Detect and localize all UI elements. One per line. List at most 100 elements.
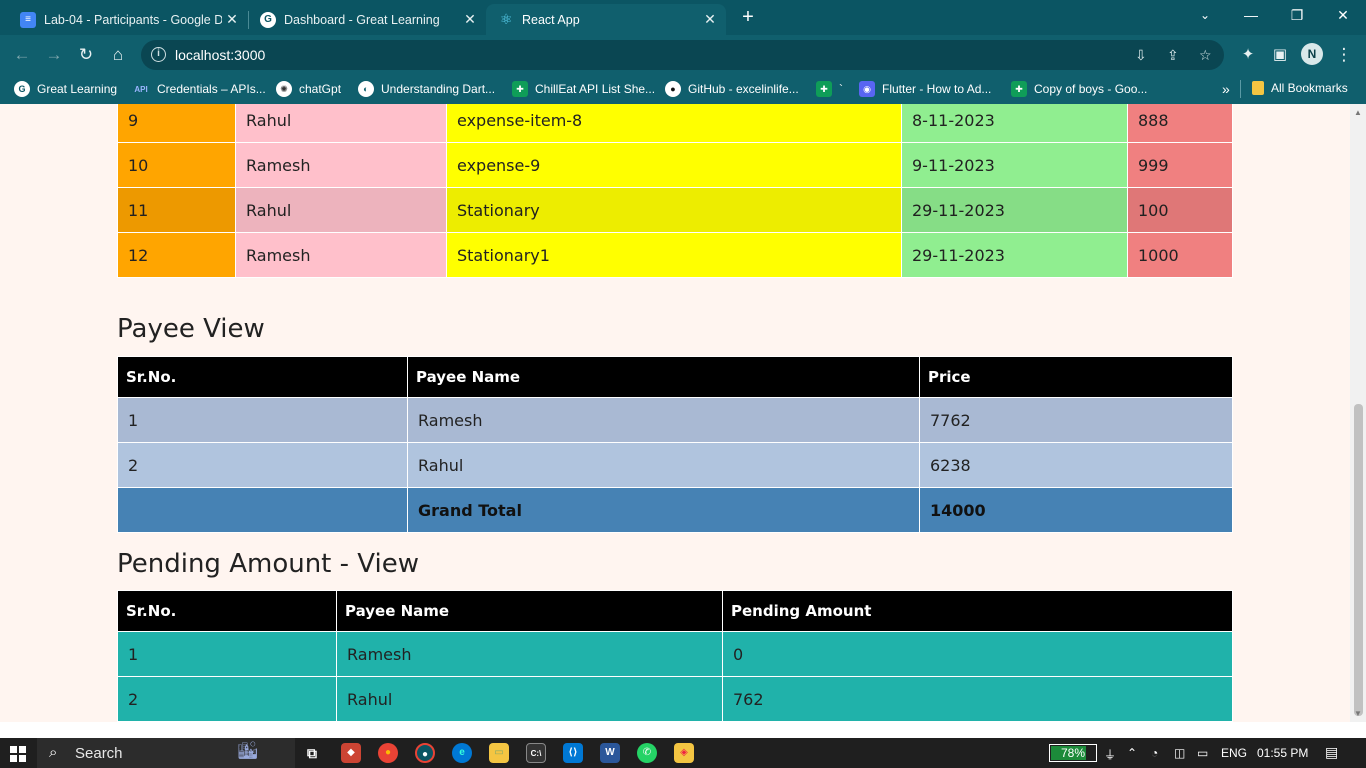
bookmark-label: Credentials – APIs... xyxy=(157,82,266,96)
expense-date: 9-11-2023 xyxy=(901,142,1128,188)
edge-icon[interactable]: e xyxy=(452,743,472,763)
bookmark-understanding-dart[interactable]: ◐ Understanding Dart... xyxy=(358,81,495,97)
expense-item: expense-item-8 xyxy=(446,104,902,143)
bookmark-great-learning[interactable]: G Great Learning xyxy=(14,81,117,97)
scroll-down-arrow-icon[interactable]: ▼ xyxy=(1354,709,1362,718)
globe-icon: ◐ xyxy=(358,81,374,97)
side-panel-icon[interactable]: ▣ xyxy=(1268,43,1292,67)
chrome-profile-icon[interactable]: ● xyxy=(415,743,435,763)
pending-name: Rahul xyxy=(336,676,723,722)
menu-icon[interactable]: ⋮ xyxy=(1332,43,1356,67)
sound-icon[interactable]: ◫ xyxy=(1174,746,1185,760)
grand-total-empty-cell xyxy=(117,487,408,533)
extensions-icon[interactable]: ✦ xyxy=(1236,43,1260,67)
page-scrollbar[interactable]: ▲ ▼ xyxy=(1350,104,1366,722)
scroll-up-arrow-icon[interactable]: ▲ xyxy=(1354,108,1362,117)
table-row: 12 Ramesh Stationary1 29-11-2023 1000 xyxy=(117,232,1233,278)
expense-price: 1000 xyxy=(1127,232,1233,278)
sheets-icon: ✚ xyxy=(1011,81,1027,97)
sheets-icon: ✚ xyxy=(512,81,528,97)
scrollbar-thumb[interactable] xyxy=(1354,404,1363,716)
expense-date: 8-11-2023 xyxy=(901,104,1128,143)
bookmark-flutter[interactable]: ◉ Flutter - How to Ad... xyxy=(859,81,991,97)
payee-view-heading: Payee View xyxy=(117,314,265,344)
tab-great-learning[interactable]: G Dashboard - Great Learning ✕ xyxy=(248,4,486,35)
pending-sr: 1 xyxy=(117,631,337,677)
install-icon[interactable]: ⇩ xyxy=(1135,47,1147,64)
expense-id: 10 xyxy=(117,142,236,188)
language-indicator[interactable]: ENG xyxy=(1221,746,1247,760)
file-explorer-icon[interactable]: ▭ xyxy=(489,743,509,763)
expense-id: 11 xyxy=(117,187,236,233)
great-learning-icon: G xyxy=(260,11,276,28)
back-arrow-icon[interactable]: ← xyxy=(10,43,34,67)
url-text[interactable]: localhost:3000 xyxy=(175,47,265,63)
chrome-icon[interactable]: ● xyxy=(378,743,398,763)
all-bookmarks[interactable]: All Bookmarks xyxy=(1252,81,1348,95)
power-icon[interactable]: ▭ xyxy=(1197,746,1208,760)
bookmark-copy-of-boys[interactable]: ✚ Copy of boys - Goo... xyxy=(1011,81,1147,97)
site-info-icon[interactable]: i xyxy=(151,47,166,62)
expense-id: 12 xyxy=(117,232,236,278)
vscode-icon[interactable]: ⟨⟩ xyxy=(563,743,583,763)
expense-id: 9 xyxy=(117,104,236,143)
tab-google-docs[interactable]: ≡ Lab-04 - Participants - Google D ✕ xyxy=(8,4,248,35)
great-learning-icon: G xyxy=(14,81,30,97)
bookmark-credentials[interactable]: API Credentials – APIs... xyxy=(132,81,266,97)
more-bookmarks-chevron-icon[interactable]: » xyxy=(1222,81,1230,97)
star-icon[interactable]: ☆ xyxy=(1199,47,1212,64)
windows-start-icon[interactable] xyxy=(10,746,26,762)
charging-plug-icon: ⏚ xyxy=(1104,748,1117,762)
tray-chevron-icon[interactable]: ⌃ xyxy=(1127,746,1137,760)
table-row: 10 Ramesh expense-9 9-11-2023 999 xyxy=(117,142,1233,188)
clock[interactable]: 01:55 PM xyxy=(1257,746,1308,760)
close-icon[interactable]: ✕ xyxy=(460,11,480,28)
table-header-row: Sr.No. Payee Name Price xyxy=(117,356,1233,398)
minimize-button[interactable]: — xyxy=(1228,0,1274,32)
tab-title: Lab-04 - Participants - Google D xyxy=(44,12,222,27)
battery-indicator[interactable]: 78% xyxy=(1049,744,1097,762)
pending-amount: 762 xyxy=(722,676,1233,722)
browser-toolbar: ← → ↻ ⌂ i localhost:3000 ⇩ ⇪ ☆ ✦ ▣ N ⋮ xyxy=(0,35,1366,75)
bookmark-backtick[interactable]: ✚ ` xyxy=(816,81,843,97)
git-icon[interactable]: ◈ xyxy=(674,743,694,763)
bookmark-label: Understanding Dart... xyxy=(381,82,496,96)
reload-icon[interactable]: ↻ xyxy=(74,43,98,67)
payee-view-table: Sr.No. Payee Name Price 1 Ramesh 7762 2 … xyxy=(117,356,1233,533)
forward-arrow-icon[interactable]: → xyxy=(42,43,66,67)
game-app-icon[interactable]: ◆ xyxy=(341,743,361,763)
close-icon[interactable]: ✕ xyxy=(222,11,242,28)
tab-react-app[interactable]: ⚛ React App ✕ xyxy=(486,4,726,35)
bookmarks-bar: G Great Learning API Credentials – APIs.… xyxy=(0,75,1366,104)
windows-taskbar: ⌕ Search 🏙 ⧉ ◆ ● ● e ▭ C:\ ⟨⟩ W ✆ ◈ 78% … xyxy=(0,738,1366,768)
address-bar[interactable]: i localhost:3000 ⇩ ⇪ ☆ xyxy=(141,40,1224,70)
discord-icon: ◉ xyxy=(859,81,875,97)
bookmark-chilleat[interactable]: ✚ ChillEat API List She... xyxy=(512,81,655,97)
pending-name: Ramesh xyxy=(336,631,723,677)
share-icon[interactable]: ⇪ xyxy=(1167,47,1179,64)
new-tab-button[interactable]: + xyxy=(736,6,760,30)
home-icon[interactable]: ⌂ xyxy=(106,43,130,67)
github-icon: ● xyxy=(665,81,681,97)
column-header: Sr.No. xyxy=(117,356,408,398)
whatsapp-icon[interactable]: ✆ xyxy=(637,743,657,763)
task-view-icon[interactable]: ⧉ xyxy=(302,743,322,763)
close-icon[interactable]: ✕ xyxy=(700,11,720,28)
taskbar-search[interactable]: ⌕ Search 🏙 xyxy=(37,738,295,768)
close-window-button[interactable]: ✕ xyxy=(1320,0,1366,32)
terminal-icon[interactable]: C:\ xyxy=(526,743,546,763)
notification-icon[interactable]: ▤ xyxy=(1325,744,1338,761)
avatar[interactable]: N xyxy=(1301,43,1323,65)
table-row: 1 Ramesh 7762 xyxy=(117,397,1233,443)
bookmark-label: GitHub - excelinlife... xyxy=(688,82,799,96)
bookmark-chatgpt[interactable]: ✺ chatGpt xyxy=(276,81,341,97)
word-icon[interactable]: W xyxy=(600,743,620,763)
maximize-button[interactable]: ❐ xyxy=(1274,0,1320,32)
expense-payee: Ramesh xyxy=(235,232,447,278)
payee-sr: 2 xyxy=(117,442,408,488)
column-header: Sr.No. xyxy=(117,590,337,632)
table-row: 9 Rahul expense-item-8 8-11-2023 888 xyxy=(117,104,1233,143)
wifi-icon[interactable]: ◔ xyxy=(1151,746,1158,760)
tab-search-chevron-icon[interactable]: ⌄ xyxy=(1182,0,1228,32)
bookmark-github[interactable]: ● GitHub - excelinlife... xyxy=(665,81,799,97)
